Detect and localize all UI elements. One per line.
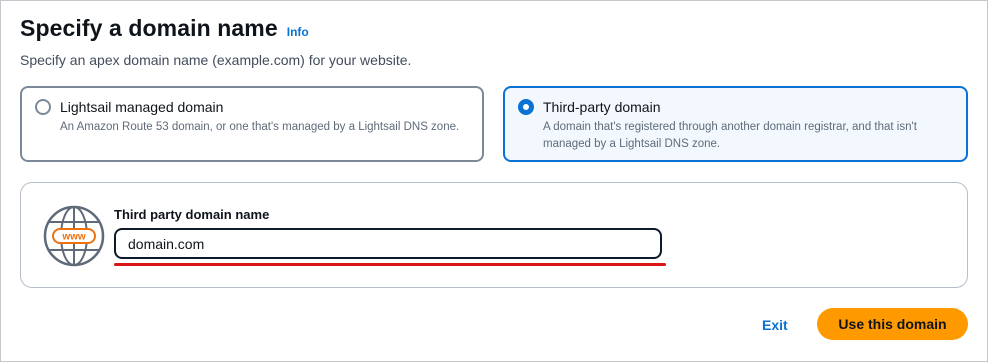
domain-name-card: www Third party domain name: [20, 182, 968, 288]
option-title: Third-party domain: [543, 99, 661, 115]
third-party-domain-option[interactable]: Third-party domain A domain that's regis…: [503, 86, 968, 162]
title-row: Specify a domain name Info: [20, 15, 309, 42]
use-this-domain-button[interactable]: Use this domain: [817, 308, 968, 340]
exit-link[interactable]: Exit: [762, 317, 788, 333]
third-party-radio[interactable]: [518, 99, 534, 115]
www-globe-icon: www: [43, 205, 105, 267]
option-title: Lightsail managed domain: [60, 99, 224, 115]
lightsail-managed-radio[interactable]: [35, 99, 51, 115]
highlight-underline: [114, 263, 666, 266]
info-link[interactable]: Info: [287, 25, 309, 39]
domain-name-label: Third party domain name: [114, 207, 270, 222]
option-description: An Amazon Route 53 domain, or one that's…: [60, 121, 460, 133]
domain-panel: Specify a domain name Info Specify an ap…: [0, 0, 988, 362]
page-subtitle: Specify an apex domain name (example.com…: [20, 52, 412, 68]
page-title: Specify a domain name: [20, 15, 278, 41]
option-description: A domain that's registered through anoth…: [543, 121, 917, 150]
svg-text:www: www: [61, 232, 86, 243]
domain-name-input[interactable]: [114, 228, 662, 259]
lightsail-managed-domain-option[interactable]: Lightsail managed domain An Amazon Route…: [20, 86, 484, 162]
